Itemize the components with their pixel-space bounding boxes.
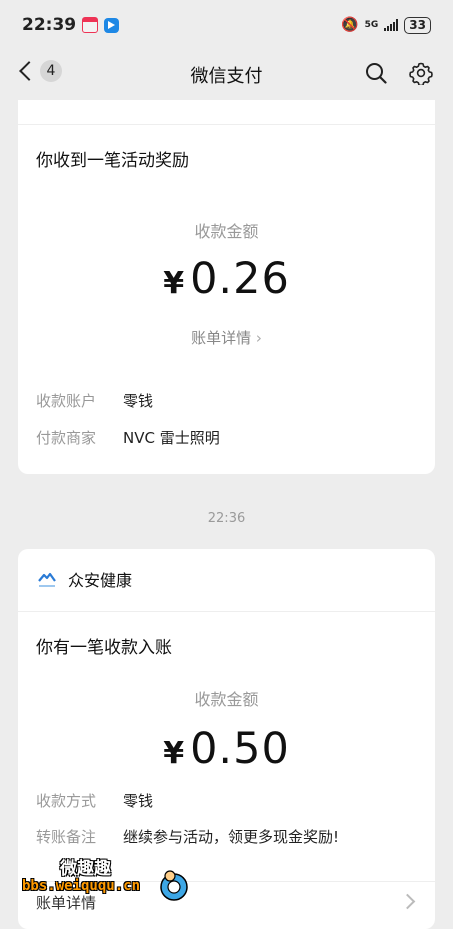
info-value: NVC 雷士照明 <box>123 429 220 447</box>
info-row: 付款商家 NVC 雷士照明 <box>36 427 220 448</box>
zhongan-logo-icon <box>38 572 56 587</box>
amount-label: 收款金额 <box>194 222 259 241</box>
status-time: 22:39 <box>22 15 77 35</box>
info-key: 付款商家 <box>36 429 97 447</box>
brand-name: 众安健康 <box>68 571 133 590</box>
card-title: 你收到一笔活动奖励 <box>36 151 189 171</box>
amount-value: ¥0.26 <box>18 254 435 304</box>
status-right: 🔕 5G 33 <box>341 16 431 34</box>
bill-detail-label: 账单详情 <box>191 329 256 347</box>
nav-bar: 4 微信支付 <box>0 50 453 98</box>
amount-value: ¥0.50 <box>18 724 435 774</box>
calendar-icon <box>82 17 99 33</box>
signal-icon <box>384 19 399 31</box>
info-row: 收款账户 零钱 <box>36 390 153 411</box>
status-bar: 22:39 🔕 5G 33 <box>0 0 453 50</box>
search-icon[interactable] <box>365 62 387 84</box>
amount-label: 收款金额 <box>194 690 259 709</box>
watermark: 微趣趣 bbs.weiququ.cn <box>0 840 200 920</box>
app-notification-icon <box>104 17 120 33</box>
card-title: 你有一笔收款入账 <box>36 638 172 658</box>
status-left: 22:39 <box>22 15 120 35</box>
info-value: 零钱 <box>123 392 154 410</box>
chevron-right-icon: › <box>255 329 262 347</box>
watermark-title: 微趣趣 <box>60 859 111 879</box>
card-divider <box>18 611 435 612</box>
message-timestamp: 22:36 <box>207 511 246 526</box>
currency-symbol: ¥ <box>163 266 185 301</box>
message-card-activity-reward[interactable]: 你收到一笔活动奖励 收款金额 ¥0.26 账单详情 › 收款账户 零钱 付款商家… <box>18 100 435 474</box>
info-key: 收款账户 <box>36 392 97 410</box>
card-divider <box>18 124 435 125</box>
amount-number: 0.26 <box>190 254 290 304</box>
swim-ring-icon <box>160 870 188 901</box>
currency-symbol: ¥ <box>163 736 185 771</box>
network-label: 5G <box>364 19 379 30</box>
amount-number: 0.50 <box>190 724 290 774</box>
brand-row[interactable]: 众安健康 <box>36 567 132 591</box>
bill-detail-link[interactable]: 账单详情 › <box>18 327 435 348</box>
gear-icon[interactable] <box>409 61 433 85</box>
info-row: 收款方式 零钱 <box>36 790 153 811</box>
info-value: 零钱 <box>123 792 154 810</box>
info-key: 收款方式 <box>36 792 97 810</box>
watermark-url: bbs.weiququ.cn <box>22 878 141 894</box>
battery-indicator: 33 <box>404 16 431 34</box>
chevron-right-icon <box>399 893 416 910</box>
mute-bell-icon: 🔕 <box>341 17 359 33</box>
